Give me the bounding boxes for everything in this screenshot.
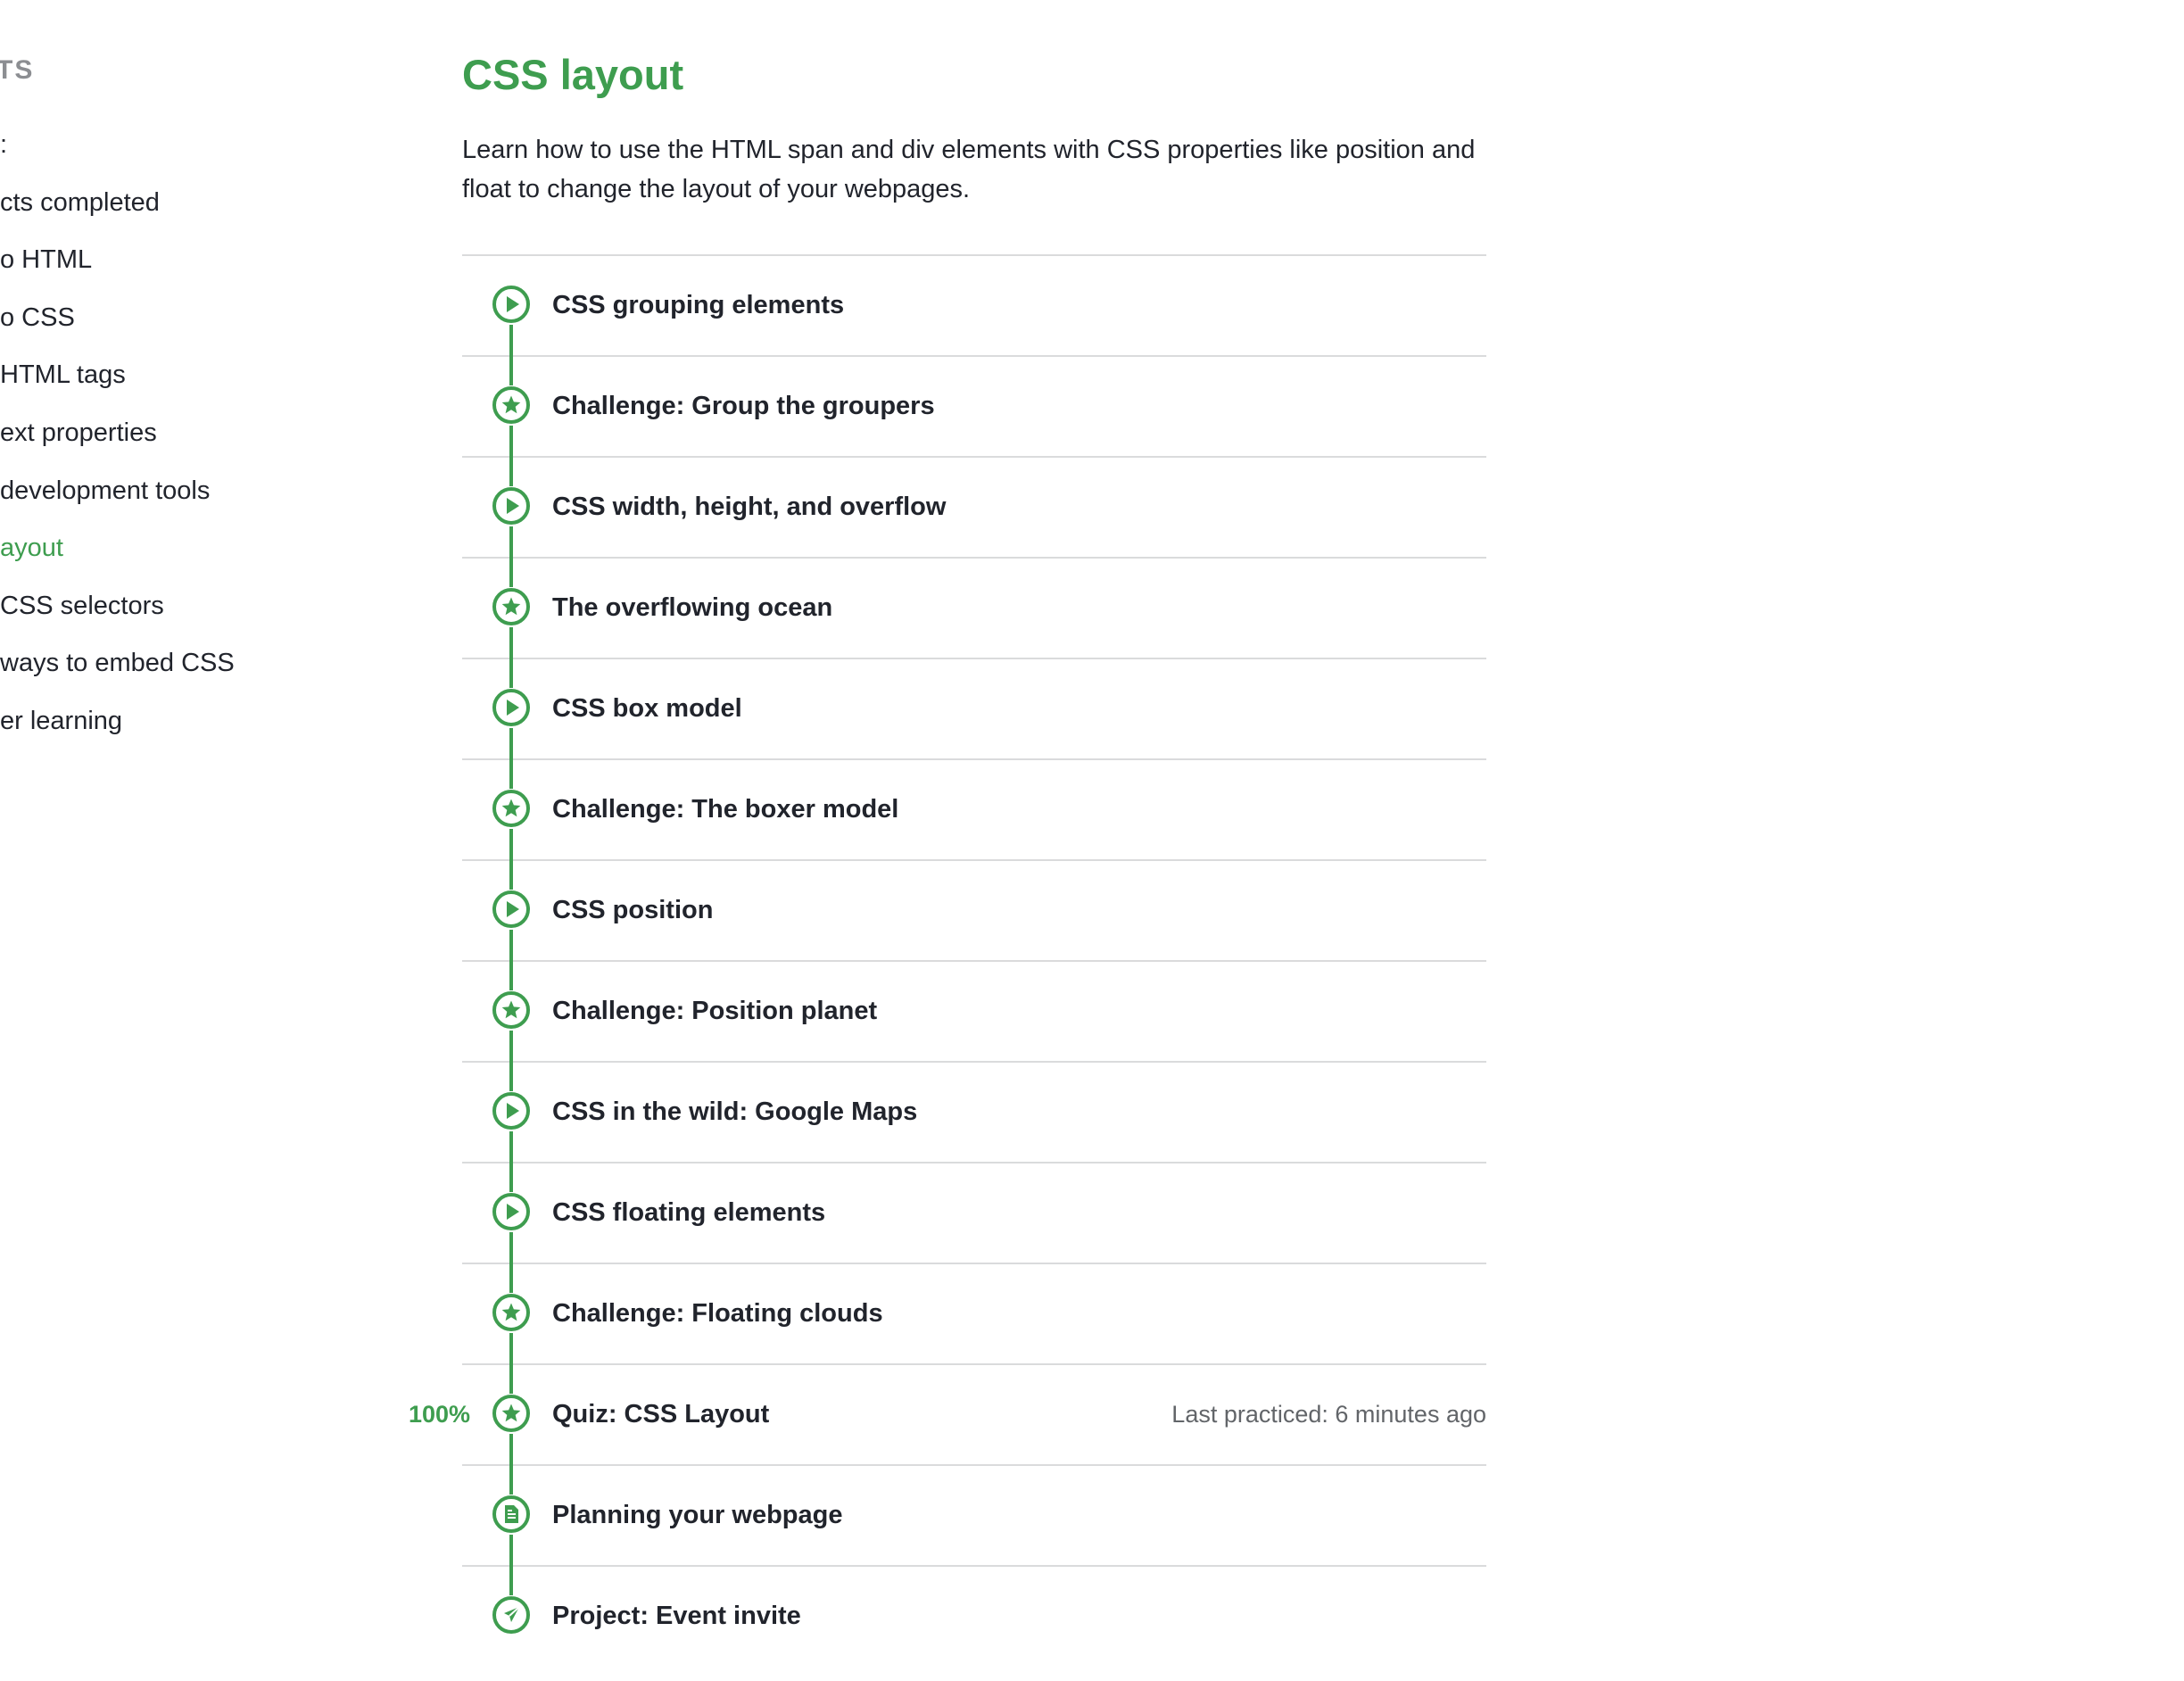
lesson-title[interactable]: CSS in the wild: Google Maps xyxy=(552,1063,917,1162)
sidebar-item-label: o CSS xyxy=(0,302,75,332)
lesson-title[interactable]: Challenge: The boxer model xyxy=(552,760,898,859)
progress-connector xyxy=(509,325,513,357)
sidebar-item-label: ext properties xyxy=(0,418,157,447)
lesson-title[interactable]: CSS box model xyxy=(552,659,742,758)
star-icon xyxy=(492,1394,531,1433)
progress-connector xyxy=(509,658,513,688)
sidebar-item[interactable]: o HTML xyxy=(0,231,235,289)
sidebar-item[interactable]: o CSS xyxy=(0,289,235,347)
sidebar-item[interactable]: cts completed xyxy=(0,174,235,232)
page-title: CSS layout xyxy=(462,51,684,98)
play-icon xyxy=(492,285,531,324)
progress-connector xyxy=(509,1232,513,1264)
sidebar-item[interactable]: ext properties xyxy=(0,404,235,462)
lesson-title[interactable]: Quiz: CSS Layout xyxy=(552,1365,769,1464)
lesson-title[interactable]: Challenge: Group the groupers xyxy=(552,357,935,456)
sidebar-item-label: development tools xyxy=(0,476,211,505)
sidebar: TENTS : cts completed o HTML o CSS HTML tags… xyxy=(0,0,393,1681)
page-description: Learn how to use the HTML span and div e… xyxy=(462,136,1476,203)
lesson-score: 100% xyxy=(409,1401,471,1428)
star-icon xyxy=(492,587,531,626)
lesson-list: CSS grouping elements Challenge: Group th… xyxy=(409,254,1486,1666)
progress-connector xyxy=(509,960,513,990)
star-icon xyxy=(492,990,531,1030)
lesson-title[interactable]: Planning your webpage xyxy=(552,1466,843,1565)
play-icon xyxy=(492,486,531,526)
lesson-title[interactable]: CSS floating elements xyxy=(552,1163,825,1263)
progress-connector xyxy=(509,1162,513,1192)
lesson-item[interactable]: Challenge: Floating clouds xyxy=(462,1263,1486,1365)
sidebar-heading: TENTS xyxy=(0,55,35,85)
progress-connector xyxy=(509,456,513,486)
sidebar-item[interactable]: : xyxy=(0,116,235,174)
progress-connector xyxy=(509,1263,513,1293)
sidebar-item-label: cts completed xyxy=(0,187,160,217)
lesson-item[interactable]: CSS position xyxy=(462,859,1486,962)
lesson-item[interactable]: CSS box model xyxy=(462,658,1486,760)
rocket-icon xyxy=(492,1595,531,1635)
progress-connector xyxy=(509,1031,513,1063)
progress-connector xyxy=(509,758,513,789)
sidebar-item-label: CSS selectors xyxy=(0,591,164,620)
sidebar-item-label: ways to embed CSS xyxy=(0,649,235,678)
sidebar-item[interactable]: HTML tags xyxy=(0,346,235,404)
lesson-title[interactable]: Project: Event invite xyxy=(552,1567,801,1666)
lesson-item[interactable]: Quiz: CSS Layout 100% Last practiced: 6 mi… xyxy=(409,1363,1486,1466)
sidebar-item-label: o HTML xyxy=(0,245,93,275)
last-practiced: Last practiced: 6 minutes ago xyxy=(1171,1401,1486,1428)
progress-connector xyxy=(509,627,513,659)
star-icon xyxy=(492,385,531,425)
progress-connector xyxy=(509,355,513,385)
sidebar-item-label: : xyxy=(0,130,8,159)
star-icon xyxy=(492,1293,531,1332)
progress-connector xyxy=(509,859,513,890)
progress-connector xyxy=(509,1131,513,1163)
progress-connector xyxy=(509,426,513,458)
lesson-item[interactable]: Challenge: Group the groupers xyxy=(462,355,1486,458)
lesson-item[interactable]: The overflowing ocean xyxy=(462,557,1486,659)
lesson-item[interactable]: Challenge: Position planet xyxy=(462,960,1486,1063)
sidebar-item-label: HTML tags xyxy=(0,360,126,390)
play-icon xyxy=(492,1192,531,1231)
sidebar-item[interactable]: CSS selectors xyxy=(0,577,235,635)
lesson-item[interactable]: CSS in the wild: Google Maps xyxy=(462,1061,1486,1163)
lesson-title[interactable]: CSS position xyxy=(552,861,713,960)
sidebar-list: : cts completed o HTML o CSS HTML tags ext pr… xyxy=(0,116,235,750)
sidebar-item-label: er learning xyxy=(0,706,123,735)
progress-connector xyxy=(509,1363,513,1394)
progress-connector xyxy=(509,1434,513,1466)
play-icon xyxy=(492,688,531,727)
progress-connector xyxy=(509,526,513,559)
sidebar-item-label: ayout xyxy=(0,534,63,563)
progress-connector xyxy=(509,1333,513,1365)
play-icon xyxy=(492,1091,531,1130)
sidebar-item[interactable]: ayout xyxy=(0,519,235,577)
lesson-title[interactable]: CSS width, height, and overflow xyxy=(552,458,946,557)
lesson-item[interactable]: Challenge: The boxer model xyxy=(462,758,1486,861)
lesson-title[interactable]: CSS grouping elements xyxy=(552,256,844,355)
sidebar-item[interactable]: development tools xyxy=(0,462,235,520)
progress-connector xyxy=(509,728,513,760)
progress-connector xyxy=(509,1535,513,1567)
progress-connector xyxy=(509,557,513,587)
progress-connector xyxy=(509,930,513,962)
progress-connector xyxy=(509,1464,513,1495)
lesson-item[interactable]: CSS grouping elements xyxy=(462,256,1486,357)
lesson-title[interactable]: The overflowing ocean xyxy=(552,559,832,658)
lesson-item[interactable]: Project: Event invite xyxy=(462,1565,1486,1666)
lesson-item[interactable]: Planning your webpage xyxy=(462,1464,1486,1567)
document-icon xyxy=(492,1495,531,1534)
sidebar-item[interactable]: er learning xyxy=(0,692,235,750)
lesson-title[interactable]: Challenge: Floating clouds xyxy=(552,1264,883,1363)
lesson-title[interactable]: Challenge: Position planet xyxy=(552,962,877,1061)
lesson-item[interactable]: CSS floating elements xyxy=(462,1162,1486,1264)
lesson-item[interactable]: CSS width, height, and overflow xyxy=(462,456,1486,559)
progress-connector xyxy=(509,1061,513,1091)
progress-connector xyxy=(509,829,513,861)
sidebar-item[interactable]: ways to embed CSS xyxy=(0,634,235,692)
star-icon xyxy=(492,789,531,828)
progress-connector xyxy=(509,1565,513,1595)
play-icon xyxy=(492,890,531,929)
